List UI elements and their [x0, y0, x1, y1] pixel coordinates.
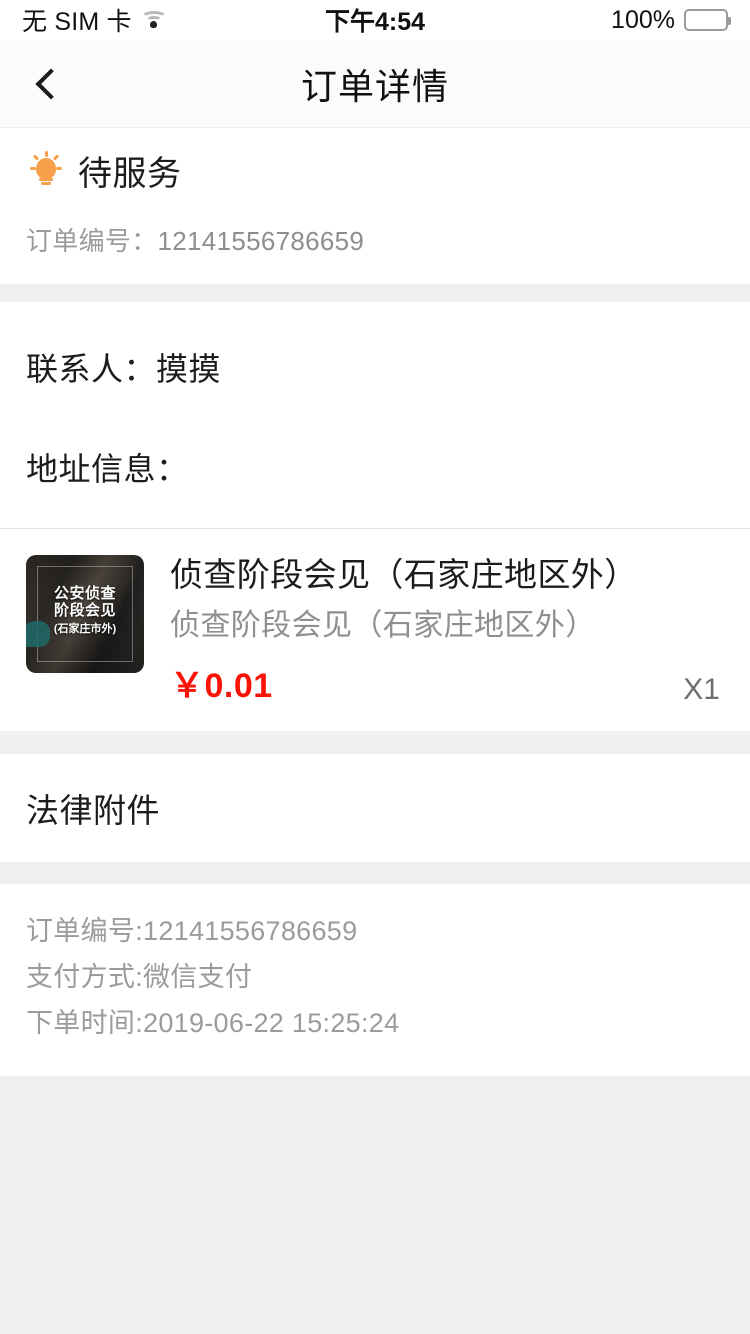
order-meta-section: 订单编号:12141556786659 支付方式:微信支付 下单时间:2019-… [0, 884, 750, 1076]
battery-icon [684, 9, 731, 31]
page-title: 订单详情 [300, 65, 449, 107]
legal-attachment-section[interactable]: 法律附件 [0, 754, 750, 862]
order-status-label: 待服务 [78, 155, 182, 193]
section-divider-3 [0, 862, 750, 884]
section-divider-1 [0, 284, 750, 302]
product-quantity: X1 [683, 673, 720, 706]
order-number-value: 12141556786659 [157, 226, 365, 256]
status-bar: 无 SIM 卡 下午4:54 100% [0, 0, 750, 40]
contact-section[interactable]: 联系人：摸摸 地址信息： [0, 302, 750, 528]
thumbnail-caption: 公安侦查 阶段会见 (石家庄市外) [26, 585, 144, 638]
order-status-section: 待服务 订单编号：12141556786659 [0, 128, 750, 284]
order-status-row: 待服务 [26, 146, 724, 195]
product-subtitle: 侦查阶段会见（石家庄地区外） [170, 609, 596, 642]
back-button[interactable] [0, 40, 96, 128]
chevron-left-icon [35, 67, 67, 100]
product-title: 侦查阶段会见（石家庄地区外） [170, 556, 638, 593]
meta-order-time: 下单时间:2019-06-22 15:25:24 [26, 1008, 400, 1038]
thumbnail-caption-line3: (石家庄市外) [53, 623, 117, 635]
section-divider-2 [0, 731, 750, 754]
order-number-row: 订单编号：12141556786659 [26, 221, 724, 258]
meta-order-number: 订单编号:12141556786659 [26, 916, 358, 946]
product-info: 侦查阶段会见（石家庄地区外） 侦查阶段会见（石家庄地区外） ￥0.01 X1 [170, 555, 724, 707]
battery-percent-label: 100% [611, 5, 675, 34]
lightbulb-icon [26, 150, 66, 191]
product-row[interactable]: 公安侦查 阶段会见 (石家庄市外) 侦查阶段会见（石家庄地区外） 侦查阶段会见（… [0, 529, 750, 731]
thumbnail-caption-line2: 阶段会见 [53, 602, 116, 619]
page-spacer [0, 1076, 750, 1334]
nav-bar: 订单详情 [0, 40, 750, 128]
meta-pay-method: 支付方式:微信支付 [26, 962, 253, 992]
product-thumbnail: 公安侦查 阶段会见 (石家庄市外) [26, 555, 144, 673]
legal-attachment-title: 法律附件 [26, 792, 160, 829]
status-bar-right: 100% [611, 5, 731, 35]
phone-screen: 无 SIM 卡 下午4:54 100% 订单详情 待服务 订单编号：121415… [0, 0, 750, 1334]
thumbnail-caption-line1: 公安侦查 [53, 585, 116, 602]
product-price-row: ￥0.01 X1 [170, 658, 724, 707]
order-number-label: 订单编号： [26, 226, 158, 256]
contact-person-line: 联系人：摸摸 [26, 351, 222, 387]
address-info-line: 地址信息： [26, 451, 189, 487]
product-price: ￥0.01 [170, 667, 273, 705]
